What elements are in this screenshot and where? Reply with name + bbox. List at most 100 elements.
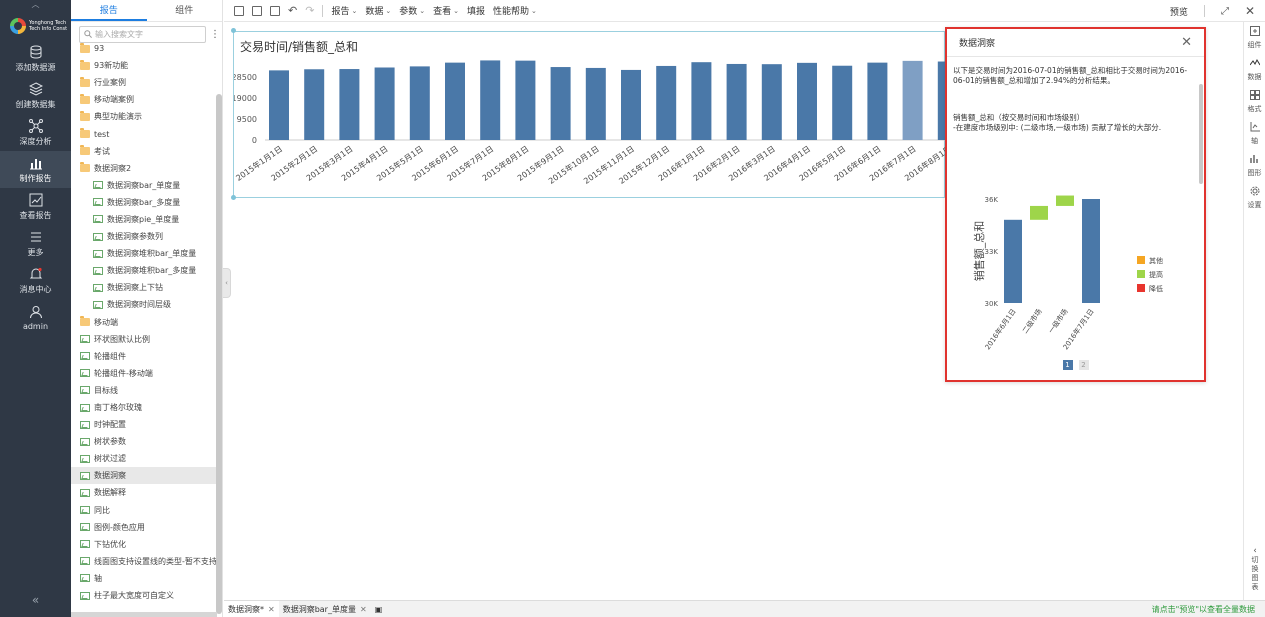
save-icon[interactable] — [252, 5, 262, 16]
nav-item-5[interactable]: 更多 — [0, 225, 71, 262]
switch-chart-button[interactable]: ‹ 切 换 图 表 — [1244, 547, 1265, 592]
menu-3[interactable]: 查看 ⌄ — [433, 4, 459, 18]
tree-report-item[interactable]: 目标线 — [71, 382, 217, 399]
tree-report-item[interactable]: 数据洞察 — [71, 467, 217, 485]
tree-report-item[interactable]: 数据洞察bar_单度量 — [71, 177, 217, 194]
tree-folder[interactable]: 行业案例 — [71, 74, 217, 91]
bottom-tab[interactable]: 数据洞察* ✕ — [224, 600, 279, 617]
close-icon[interactable]: ✕ — [1181, 35, 1192, 50]
collapse-nav-icon[interactable]: « — [0, 593, 71, 607]
page-button[interactable]: 1 — [1062, 360, 1073, 370]
bar[interactable] — [585, 67, 606, 140]
nav-item-4[interactable]: 查看报告 — [0, 188, 71, 225]
collapse-tree-handle[interactable]: ‹ — [223, 268, 231, 298]
tree-report-item[interactable]: 数据洞察上下钻 — [71, 279, 217, 296]
menu-2[interactable]: 参数 ⌄ — [399, 4, 425, 18]
preview-button[interactable]: 预览 — [1170, 5, 1188, 18]
save-as-icon[interactable] — [270, 5, 280, 16]
bar[interactable] — [832, 65, 853, 140]
tree-report-item[interactable]: 轮播组件-移动端 — [71, 365, 217, 382]
menu-5[interactable]: 性能帮助 ⌄ — [493, 4, 537, 18]
menu-1[interactable]: 数据 ⌄ — [365, 4, 391, 18]
bar[interactable] — [409, 66, 430, 140]
bar[interactable] — [374, 67, 395, 140]
bottom-tab[interactable]: 数据洞察bar_单度量 ✕ — [279, 601, 371, 617]
bar[interactable] — [339, 69, 360, 140]
bar[interactable] — [269, 70, 289, 140]
redo-icon[interactable]: ↷ — [305, 4, 314, 17]
rail-item-1[interactable]: 数据 — [1244, 54, 1265, 86]
undo-icon[interactable]: ↶ — [288, 4, 297, 17]
tree-report-item[interactable]: 数据洞察pie_单度量 — [71, 211, 217, 228]
main-bar-chart[interactable]: 0950019000285002015年1月1日2015年2月1日2015年3月… — [234, 32, 946, 199]
tree-folder[interactable]: 移动端 — [71, 314, 217, 331]
tree-report-item[interactable]: 图例-颜色应用 — [71, 519, 217, 536]
nav-item-7[interactable]: admin — [0, 299, 71, 336]
resize-handle-bl[interactable] — [231, 195, 236, 200]
rail-item-4[interactable]: 图形 — [1244, 150, 1265, 182]
nav-item-1[interactable]: 创建数据集 — [0, 77, 71, 114]
tab-components[interactable]: 组件 — [147, 0, 223, 21]
new-report-icon[interactable] — [234, 5, 244, 16]
tree-horizontal-scrollbar[interactable] — [71, 612, 217, 617]
nav-item-0[interactable]: 添加数据源 — [0, 40, 71, 77]
tree-report-item[interactable]: 数据洞察堆积bar_单度量 — [71, 245, 217, 262]
tree-report-item[interactable]: 时钟配置 — [71, 416, 217, 433]
tree-folder[interactable]: 数据洞察2 — [71, 160, 217, 177]
tree-report-item[interactable]: 下钻优化 — [71, 536, 217, 553]
bar[interactable] — [937, 61, 945, 140]
tab-list-icon[interactable]: ▣ — [371, 601, 387, 617]
bar[interactable] — [656, 65, 677, 140]
close-icon[interactable]: ✕ — [1245, 4, 1255, 18]
close-tab-icon[interactable]: ✕ — [360, 605, 367, 614]
bar[interactable] — [445, 62, 465, 140]
rail-item-0[interactable]: 组件 — [1244, 22, 1265, 54]
resize-handle-tl[interactable] — [231, 28, 236, 33]
bar[interactable] — [304, 69, 325, 140]
bar[interactable] — [761, 64, 782, 140]
bar[interactable] — [691, 62, 712, 140]
tree-folder[interactable]: test — [71, 125, 217, 142]
bar[interactable] — [902, 60, 923, 140]
tree-folder[interactable]: 典型功能演示 — [71, 108, 217, 125]
menu-0[interactable]: 报告 ⌄ — [331, 4, 357, 18]
tree-report-item[interactable]: 树状参数 — [71, 433, 217, 450]
tree-report-item[interactable]: 数据洞察参数列 — [71, 228, 217, 245]
tree-report-item[interactable]: 南丁格尔玫瑰 — [71, 399, 217, 416]
bar[interactable] — [797, 62, 817, 140]
tree-report-item[interactable]: 柱子最大宽度可自定义 — [71, 587, 217, 604]
close-tab-icon[interactable]: ✕ — [268, 605, 275, 614]
tree-report-item[interactable]: 数据解释 — [71, 484, 217, 501]
tree-folder[interactable]: 移动端案例 — [71, 91, 217, 108]
tree-report-item[interactable]: 数据洞察堆积bar_多度量 — [71, 262, 217, 279]
tree-report-item[interactable]: 环状图默认比例 — [71, 331, 217, 348]
chevron-up-icon[interactable]: ︿ — [0, 0, 71, 12]
rail-item-5[interactable]: 设置 — [1244, 182, 1265, 214]
tree-scrollbar[interactable] — [216, 94, 222, 614]
tree-report-item[interactable]: 树状过滤 — [71, 450, 217, 467]
bar[interactable] — [726, 63, 747, 140]
bar-chart-component[interactable]: 交易时间/销售额_总和 0 9500 19000 28500 2015年1月1日 2015… — [233, 31, 946, 199]
menu-4[interactable]: 填报 — [467, 4, 485, 17]
dialog-scrollbar[interactable] — [1199, 84, 1203, 184]
bar[interactable] — [867, 62, 888, 140]
nav-item-3[interactable]: 制作报告 — [0, 151, 71, 188]
fullscreen-icon[interactable]: ⤢ — [1221, 6, 1229, 17]
tab-reports[interactable]: 报告 — [71, 0, 147, 21]
bar[interactable] — [550, 67, 571, 140]
tree-report-item[interactable]: 轮播组件 — [71, 348, 217, 365]
page-button[interactable]: 2 — [1078, 360, 1089, 370]
tree-report-item[interactable]: 数据洞察bar_多度量 — [71, 194, 217, 211]
tree-folder[interactable]: 考试 — [71, 143, 217, 160]
tree-report-item[interactable]: 同比 — [71, 502, 217, 519]
rail-item-3[interactable]: 轴 — [1244, 118, 1265, 150]
bar[interactable] — [621, 69, 641, 140]
tree-folder[interactable]: 93 — [71, 40, 217, 57]
nav-item-6[interactable]: 消息中心 — [0, 262, 71, 299]
tree-report-item[interactable]: 轴 — [71, 570, 217, 587]
tree-folder[interactable]: 93新功能 — [71, 57, 217, 74]
nav-item-2[interactable]: 深度分析 — [0, 114, 71, 151]
bar[interactable] — [480, 60, 501, 140]
tree-report-item[interactable]: 线面图支持设置线的类型-暂不支持 — [71, 553, 217, 570]
bar[interactable] — [515, 60, 536, 140]
